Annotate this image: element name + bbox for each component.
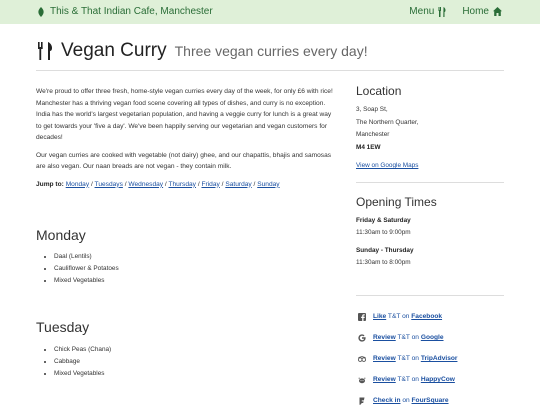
social-site[interactable]: FourSquare — [412, 397, 449, 404]
brand-link[interactable]: This & That Indian Cafe, Manchester — [37, 6, 213, 17]
social-link-tripadvisor[interactable]: Review T&T on TripAdvisor — [358, 348, 508, 369]
social-site[interactable]: HappyCow — [421, 376, 455, 383]
social-action[interactable]: Review — [373, 376, 396, 383]
social-site[interactable]: Facebook — [411, 313, 442, 320]
jump-link-sunday[interactable]: Sunday — [257, 181, 279, 188]
tripadvisor-icon — [358, 355, 366, 362]
social-action[interactable]: Like — [373, 313, 386, 320]
social-site[interactable]: TripAdvisor — [421, 355, 458, 362]
social-link-foursquare[interactable]: Check in on FourSquare — [358, 390, 508, 405]
day-heading-monday: Monday — [36, 227, 86, 243]
nav-home-label: Home — [462, 6, 489, 17]
opening-times-panel: Opening Times Friday & Saturday 11:30am … — [356, 195, 506, 269]
google-maps-link[interactable]: View on Google Maps — [356, 162, 418, 169]
social-link-facebook[interactable]: Like T&T on Facebook — [358, 306, 508, 327]
social-mid[interactable]: T&T on — [388, 313, 410, 320]
intro-paragraph: We're proud to offer three fresh, home-s… — [36, 88, 333, 141]
hours-label: Friday & Saturday — [356, 217, 411, 224]
cutlery-icon — [438, 6, 446, 17]
sidebar-divider — [356, 295, 504, 296]
page-subtitle: Three vegan curries every day! — [174, 43, 368, 59]
list-item: Mixed Vegetables — [54, 275, 119, 287]
nav-menu-link[interactable]: Menu — [409, 6, 446, 17]
list-item: Cauliflower & Potatoes — [54, 263, 119, 275]
page-title: Vegan Curry — [61, 40, 167, 61]
social-mid[interactable]: on — [402, 397, 409, 404]
jump-link-tuesday[interactable]: Tuesdays — [95, 181, 123, 188]
page-header: Vegan Curry Three vegan curries every da… — [37, 40, 368, 62]
hours-value: 11:30am to 9:00pm — [356, 229, 411, 236]
nav-menu-label: Menu — [409, 6, 435, 17]
social-action[interactable]: Review — [373, 334, 396, 341]
nav-home-link[interactable]: Home — [462, 6, 502, 17]
address-line: The Northern Quarter, — [356, 118, 419, 126]
jump-link-thursday[interactable]: Thursday — [168, 181, 196, 188]
social-link-happycow[interactable]: Review T&T on HappyCow — [358, 369, 508, 390]
social-action[interactable]: Review — [373, 355, 396, 362]
jump-link-monday[interactable]: Monday — [66, 181, 89, 188]
address-line: 3, Soap St, — [356, 106, 388, 113]
address-line: Manchester — [356, 131, 390, 138]
list-item: Chick Peas (Chana) — [54, 344, 111, 356]
menu-list-monday: Daal (Lentils) Cauliflower & Potatoes Mi… — [46, 251, 119, 287]
jump-link-wednesday[interactable]: Wednesday — [128, 181, 163, 188]
nav-links: Menu Home — [409, 6, 502, 17]
home-icon — [493, 7, 502, 16]
social-action[interactable]: Check in — [373, 397, 400, 404]
jump-nav: Jump to: Monday / Tuesdays / Wednesday /… — [36, 180, 280, 188]
menu-list-tuesday: Chick Peas (Chana) Cabbage Mixed Vegetab… — [46, 344, 111, 380]
happycow-icon — [358, 376, 366, 383]
social-mid[interactable]: T&T on — [397, 376, 419, 383]
address-postcode: M4 1EW — [356, 143, 381, 151]
google-icon — [358, 333, 366, 342]
jump-link-saturday[interactable]: Saturday — [225, 181, 251, 188]
opening-times-heading: Opening Times — [356, 195, 437, 209]
social-link-google[interactable]: Review T&T on Google — [358, 327, 508, 348]
jump-link-friday[interactable]: Friday — [201, 181, 219, 188]
social-site[interactable]: Google — [421, 334, 444, 341]
brand-label: This & That Indian Cafe, Manchester — [50, 6, 213, 17]
leaf-icon — [38, 6, 44, 17]
sidebar-divider — [356, 182, 504, 183]
foursquare-icon — [359, 397, 365, 405]
title-divider — [36, 70, 504, 71]
intro-paragraph: Our vegan curries are cooked with vegeta… — [36, 151, 332, 171]
location-heading: Location — [356, 84, 402, 98]
hours-label: Sunday - Thursday — [356, 247, 414, 254]
day-heading-tuesday: Tuesday — [36, 319, 90, 335]
intro-section: We're proud to offer three fresh, home-s… — [36, 86, 336, 190]
social-mid[interactable]: T&T on — [397, 355, 419, 362]
facebook-icon — [358, 312, 366, 321]
hours-value: 11:30am to 8:00pm — [356, 259, 411, 266]
navbar: This & That Indian Cafe, Manchester Menu… — [0, 0, 540, 24]
social-mid[interactable]: T&T on — [397, 334, 419, 341]
social-links: Like T&T on Facebook Review T&T on Googl… — [358, 306, 508, 405]
jump-label: Jump to: — [36, 180, 64, 188]
list-item: Cabbage — [54, 356, 111, 368]
location-panel: Location 3, Soap St, The Northern Quarte… — [356, 84, 506, 169]
list-item: Daal (Lentils) — [54, 251, 119, 263]
cutlery-icon — [38, 42, 53, 60]
list-item: Mixed Vegetables — [54, 368, 111, 380]
